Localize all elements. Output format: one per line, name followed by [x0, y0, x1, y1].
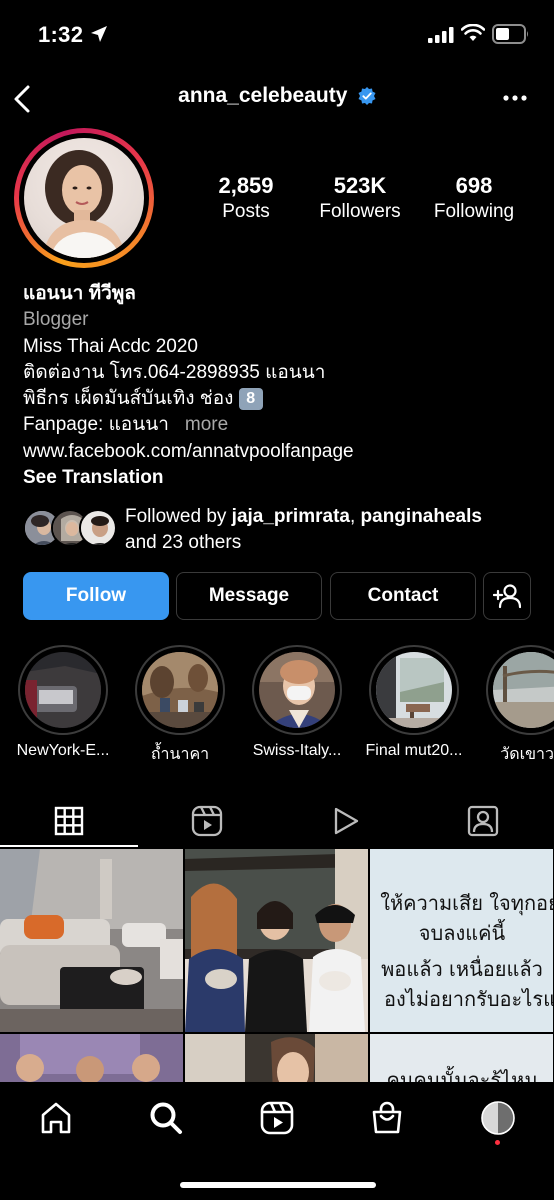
post-thumbnail[interactable]: ให้ความเสีย ใจทุกอย่ จบลงแค่นี้ พอแล้ว เ…: [370, 849, 553, 1032]
cellular-signal-icon: [428, 27, 454, 43]
separator: ,: [349, 506, 356, 527]
bio-line: Miss Thai Acdc 2020: [23, 335, 198, 357]
post-text-line: คนคนนั้นจะรู้ไหม: [386, 1068, 538, 1084]
profile-tabs: [0, 795, 554, 847]
highlight-cover: [493, 652, 554, 728]
home-indicator[interactable]: [180, 1182, 376, 1188]
play-icon: [334, 807, 359, 835]
tagged-person-icon: [467, 805, 499, 837]
highlight-cover: [259, 652, 335, 728]
post-text-line: ให้ความเสีย ใจทุกอย่: [380, 891, 553, 915]
followed-by-text: Followed by jaja_primrata, panginaheals …: [125, 504, 545, 556]
highlight-label: Swiss-Italy...: [252, 742, 342, 759]
shopping-bag-icon: [372, 1101, 402, 1134]
highlight-cover: [142, 652, 218, 728]
reels-icon: [260, 1101, 294, 1135]
following-stat[interactable]: 698 Following: [426, 172, 522, 224]
reels-icon: [191, 805, 223, 837]
highlight-ring: [252, 645, 342, 735]
nav-search[interactable]: [146, 1098, 186, 1138]
display-name: แอนนา ทีวีพูล: [23, 283, 136, 304]
highlight-ring: [369, 645, 459, 735]
status-bar: 1:32: [0, 0, 554, 70]
username-wrap: anna_celebeauty: [0, 84, 554, 108]
followed-by[interactable]: Followed by jaja_primrata, panginaheals …: [23, 504, 543, 554]
status-time: 1:32: [38, 22, 84, 47]
profile-header: anna_celebeauty: [0, 76, 554, 120]
post-thumbnail[interactable]: [185, 1034, 368, 1084]
post-text-line: องไม่อยากรับอะไรแ: [384, 987, 553, 1011]
mutual-username[interactable]: jaja_primrata: [232, 506, 350, 527]
highlight-label: NewYork-E...: [16, 742, 110, 759]
bio-line-text: พิธีกร เผ็ดมันส์บันเทิง ช่อง: [23, 388, 234, 410]
highlight-label: Final mut20...: [365, 742, 463, 759]
followers-stat[interactable]: 523K Followers: [308, 172, 412, 224]
number-badge: 8: [238, 388, 263, 411]
highlight-ring: [486, 645, 554, 735]
profile-photo: [24, 138, 144, 258]
wifi-icon: [461, 24, 485, 41]
profile-avatar[interactable]: [14, 128, 154, 268]
highlight-label: วัดเขาวง: [500, 746, 554, 763]
profile-avatar-icon: [481, 1101, 515, 1135]
post-text-line: พอแล้ว เหนื่อยแล้ว: [381, 957, 543, 981]
add-person-icon: [492, 584, 522, 609]
profile-stats: 2,859 Posts 523K Followers 698 Following: [190, 172, 534, 232]
bio-line: Fanpage: แอนนา more: [23, 412, 543, 438]
following-count: 698: [455, 173, 493, 198]
following-label: Following: [433, 201, 515, 222]
post-thumbnail[interactable]: คนคนนั้นจะรู้ไหม: [370, 1034, 553, 1084]
bio-link[interactable]: www.facebook.com/annatvpoolfanpage: [23, 439, 543, 465]
see-translation-link[interactable]: See Translation: [23, 465, 543, 491]
tab-posts-grid[interactable]: [0, 795, 138, 847]
grid-icon: [54, 806, 84, 836]
nav-reels[interactable]: [257, 1098, 297, 1138]
tab-videos[interactable]: [276, 795, 414, 847]
mutual-username[interactable]: panginaheals: [361, 506, 482, 527]
mutual-follower-avatar: [79, 509, 117, 547]
bio-line: พิธีกร เผ็ดมันส์บันเทิง ช่อง 8: [23, 386, 543, 412]
suggest-users-button[interactable]: [483, 572, 531, 620]
category-label: Blogger: [23, 309, 89, 331]
message-button[interactable]: Message: [176, 572, 322, 620]
profile-bio: แอนนา ทีวีพูล Blogger Miss Thai Acdc 202…: [23, 281, 543, 491]
username-title: anna_celebeauty: [178, 84, 348, 107]
location-arrow-icon: [91, 26, 107, 42]
tab-tagged[interactable]: [414, 795, 552, 847]
post-thumbnail[interactable]: [0, 1034, 183, 1084]
posts-label: Posts: [222, 201, 270, 222]
home-icon: [41, 1102, 71, 1134]
highlight-cover: [376, 652, 452, 728]
notification-dot: [495, 1140, 500, 1145]
post-thumbnail[interactable]: [185, 849, 368, 1032]
active-tab-indicator: [0, 845, 138, 847]
nav-home[interactable]: [36, 1098, 76, 1138]
highlight-ring: [18, 645, 108, 735]
posts-grid: ให้ความเสีย ใจทุกอย่ จบลงแค่นี้ พอแล้ว เ…: [0, 849, 554, 1084]
followers-count: 523K: [333, 173, 387, 198]
followed-by-others: and 23 others: [125, 532, 242, 553]
more-options-icon[interactable]: [498, 88, 532, 108]
highlight-ring: [135, 645, 225, 735]
battery-icon: [492, 24, 528, 44]
story-highlights: NewYork-E... ถ้ำนาคา Swiss-Italy... Fina…: [0, 645, 554, 765]
highlight-cover: [25, 652, 101, 728]
search-icon: [150, 1102, 182, 1134]
tab-reels[interactable]: [138, 795, 276, 847]
contact-button[interactable]: Contact: [330, 572, 476, 620]
followed-by-prefix: Followed by: [125, 506, 227, 527]
followers-label: Followers: [319, 201, 401, 222]
nav-profile[interactable]: [478, 1098, 518, 1138]
bio-line-text: Fanpage: แอนนา: [23, 414, 169, 436]
bio-line: ติดต่องาน โทร.064-2898935 แอนนา: [23, 361, 326, 383]
more-link[interactable]: more: [185, 414, 228, 435]
follow-button[interactable]: Follow: [23, 572, 169, 620]
post-thumbnail[interactable]: [0, 849, 183, 1032]
highlight-label: ถ้ำนาคา: [150, 746, 210, 763]
verified-badge-icon: [358, 87, 376, 105]
nav-shop[interactable]: [367, 1098, 407, 1138]
posts-stat[interactable]: 2,859 Posts: [190, 172, 302, 224]
posts-count: 2,859: [218, 173, 274, 198]
post-text-line: จบลงแค่นี้: [418, 921, 506, 945]
